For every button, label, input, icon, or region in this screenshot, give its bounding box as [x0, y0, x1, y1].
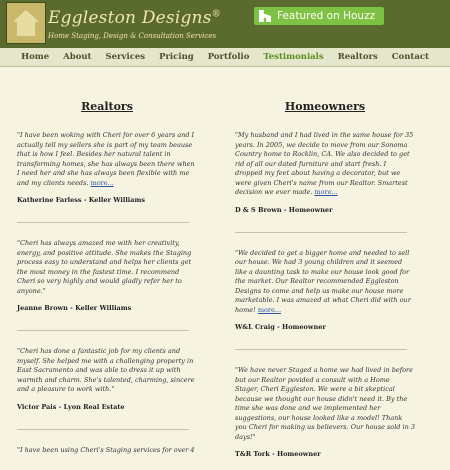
main-nav: Home About Services Pricing Portfolio Te… — [0, 48, 450, 67]
testimonial-quote: "My husband and I had lived in the same … — [235, 131, 414, 196]
testimonial-quote: "Cheri has done a fantastic job for my c… — [17, 347, 195, 393]
testimonial-author: Jeanne Brown - Keller Williams — [17, 304, 132, 312]
testimonial-quote: "I have been woking with Cheri for over … — [17, 131, 195, 187]
houzz-icon — [259, 10, 271, 22]
realtors-heading: Realtors — [81, 100, 133, 113]
testimonial-quote: "Cheri has always amazed me with her cre… — [17, 239, 192, 295]
divider — [235, 349, 407, 350]
nav-item-about[interactable]: About — [63, 48, 91, 66]
realtors-column: Realtors "I have been woking with Cheri … — [17, 100, 197, 455]
more-link[interactable]: more... — [258, 306, 281, 314]
tagline: Home Staging, Design & Consultation Serv… — [48, 32, 217, 40]
homeowners-heading: Homeowners — [284, 100, 366, 113]
house-icon — [13, 10, 39, 36]
more-link[interactable]: more... — [315, 188, 338, 196]
testimonial-author: D & S Brown - Homeowner — [235, 205, 333, 214]
testimonial-quote: "We have never Staged a home we had live… — [235, 366, 415, 441]
nav-item-pricing[interactable]: Pricing — [159, 48, 194, 66]
testimonial-author: Katherine Farless - Keller Williams — [17, 196, 146, 204]
houzz-badge-button[interactable]: Featured on Houzz — [254, 7, 384, 25]
divider — [17, 428, 189, 430]
testimonial-quote: "I have been using Cheri's Staging servi… — [17, 445, 195, 454]
nav-item-testimonials[interactable]: Testimonials — [263, 48, 323, 66]
testimonial-author: Victor Pais - Lyon Real Estate — [17, 402, 125, 411]
brand-name[interactable]: Eggleston Designs® — [48, 8, 221, 28]
nav-item-home[interactable]: Home — [21, 48, 49, 66]
divider — [17, 222, 189, 223]
nav-item-portfolio[interactable]: Portfolio — [208, 48, 250, 66]
homeowners-column: Homeowners "My husband and I had lived i… — [235, 100, 415, 458]
logo[interactable] — [6, 2, 46, 44]
site-header: Eggleston Designs® Home Staging, Design … — [0, 0, 450, 48]
more-link[interactable]: more... — [91, 179, 114, 187]
houzz-label: Featured on Houzz — [277, 10, 376, 22]
nav-item-services[interactable]: Services — [106, 48, 146, 66]
testimonial-author: T&R Tork - Homeowner — [235, 450, 321, 458]
nav-item-contact[interactable]: Contact — [392, 48, 429, 66]
divider — [17, 330, 189, 331]
testimonial-quote: "We decided to get a bigger home and nee… — [235, 248, 411, 314]
divider — [235, 231, 407, 233]
testimonial-author: W&L Craig - Homeowner — [235, 323, 326, 331]
nav-item-realtors[interactable]: Realtors — [338, 48, 378, 66]
